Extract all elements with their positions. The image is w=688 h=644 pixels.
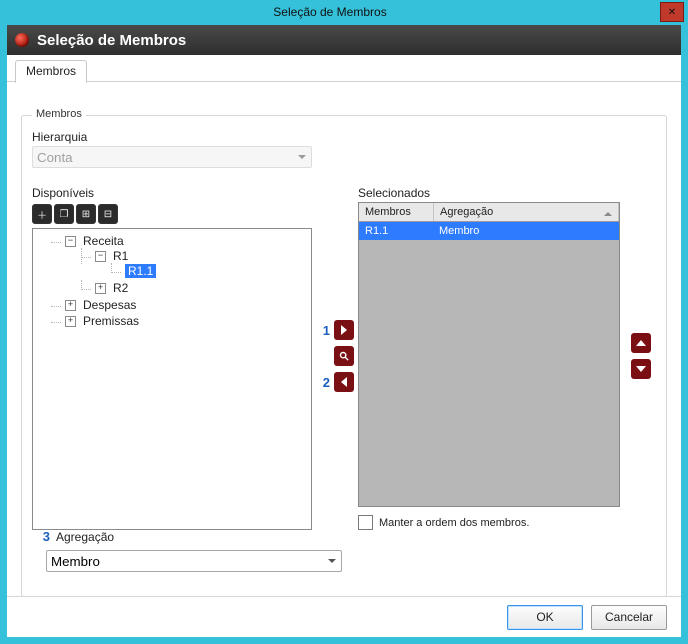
tree-node-receita[interactable]: −Receita −R1 R1.1 <box>51 233 309 297</box>
cell-member: R1.1 <box>359 222 433 240</box>
chevron-right-icon <box>339 325 349 335</box>
available-tree[interactable]: −Receita −R1 R1.1 <box>32 228 312 530</box>
selected-column: Selecionados Membros Agregação <box>358 182 620 530</box>
callout-1: 1 <box>316 323 330 338</box>
available-label: Disponíveis <box>32 186 312 200</box>
ok-button[interactable]: OK <box>507 605 583 630</box>
chevron-left-icon <box>339 377 349 387</box>
keep-order-label: Manter a ordem dos membros. <box>379 517 529 529</box>
selected-label: Selecionados <box>358 186 620 200</box>
tree-node-despesas[interactable]: +Despesas <box>51 297 309 313</box>
toolbar-expand-icon[interactable]: ⊞ <box>76 204 96 224</box>
tab-label: Membros <box>26 64 76 78</box>
tree-node-r1[interactable]: −R1 R1.1 <box>81 248 309 280</box>
col-header-aggregation[interactable]: Agregação <box>434 203 619 221</box>
tree-node-r11[interactable]: R1.1 <box>111 263 309 279</box>
toolbar-copy-icon[interactable]: ❐ <box>54 204 74 224</box>
sort-asc-icon <box>604 208 612 216</box>
tree-node-r2[interactable]: +R2 <box>81 280 309 296</box>
window: Seleção de Membros ✕ Seleção de Membros … <box>0 0 688 644</box>
grid-body: R1.1 Membro <box>359 222 619 506</box>
aggregation-row: 3 Agregação <box>36 529 114 544</box>
expand-icon[interactable]: + <box>95 283 106 294</box>
app-dot-icon <box>15 33 29 47</box>
search-button[interactable] <box>334 346 354 366</box>
cell-aggregation: Membro <box>433 222 619 240</box>
expand-icon[interactable]: + <box>65 316 76 327</box>
selected-grid[interactable]: Membros Agregação R1.1 Membro <box>358 202 620 507</box>
move-down-button[interactable] <box>631 359 651 379</box>
tree-node-selected: R1.1 <box>125 264 156 278</box>
columns: Disponíveis ＋ ❐ ⊞ ⊟ −Receita <box>32 182 656 530</box>
body: Membros Hierarquia Conta Disponíveis ＋ ❐ <box>7 107 681 597</box>
footer: OK Cancelar <box>7 596 681 637</box>
hierarchy-select-wrap: Conta <box>32 146 312 168</box>
hierarchy-label: Hierarquia <box>32 130 656 144</box>
toolbar-collapse-icon[interactable]: ⊟ <box>98 204 118 224</box>
header-strip: Seleção de Membros <box>7 25 681 55</box>
expand-icon[interactable]: + <box>65 300 76 311</box>
tree-node-premissas[interactable]: +Premissas <box>51 313 309 329</box>
fieldset-legend: Membros <box>32 108 86 120</box>
cancel-button[interactable]: Cancelar <box>591 605 667 630</box>
callout-2: 2 <box>316 375 330 390</box>
header-title: Seleção de Membros <box>37 32 186 49</box>
collapse-icon[interactable]: − <box>95 251 106 262</box>
collapse-icon[interactable]: − <box>65 236 76 247</box>
titlebar: Seleção de Membros ✕ <box>0 0 688 24</box>
reorder-controls <box>626 182 656 530</box>
move-up-button[interactable] <box>631 333 651 353</box>
client-area: Seleção de Membros Membros Membros Hiera… <box>6 24 682 638</box>
aggregation-label: Agregação <box>56 530 114 544</box>
transfer-controls: 1 0 2 <box>312 182 358 530</box>
window-title: Seleção de Membros <box>0 5 660 19</box>
search-icon <box>339 351 349 361</box>
keep-order-checkbox[interactable] <box>358 515 373 530</box>
aggregation-select[interactable]: Membro <box>46 550 342 572</box>
tab-strip: Membros <box>7 55 681 82</box>
hierarchy-select[interactable]: Conta <box>32 146 312 168</box>
close-button[interactable]: ✕ <box>660 2 684 22</box>
toolbar-add-icon[interactable]: ＋ <box>32 204 52 224</box>
available-column: Disponíveis ＋ ❐ ⊞ ⊟ −Receita <box>32 182 312 530</box>
add-button[interactable] <box>334 320 354 340</box>
remove-button[interactable] <box>334 372 354 392</box>
grid-header: Membros Agregação <box>359 203 619 222</box>
available-toolbar: ＋ ❐ ⊞ ⊟ <box>32 204 312 224</box>
col-header-members[interactable]: Membros <box>359 203 434 221</box>
chevron-down-icon <box>636 364 646 374</box>
chevron-up-icon <box>636 338 646 348</box>
callout-3: 3 <box>36 529 50 544</box>
close-icon: ✕ <box>668 7 676 18</box>
grid-row[interactable]: R1.1 Membro <box>359 222 619 240</box>
members-fieldset: Membros Hierarquia Conta Disponíveis ＋ ❐ <box>21 115 667 597</box>
tab-members[interactable]: Membros <box>15 60 87 83</box>
aggregation-select-wrap: Membro <box>46 550 342 572</box>
keep-order-row: Manter a ordem dos membros. <box>358 515 620 530</box>
